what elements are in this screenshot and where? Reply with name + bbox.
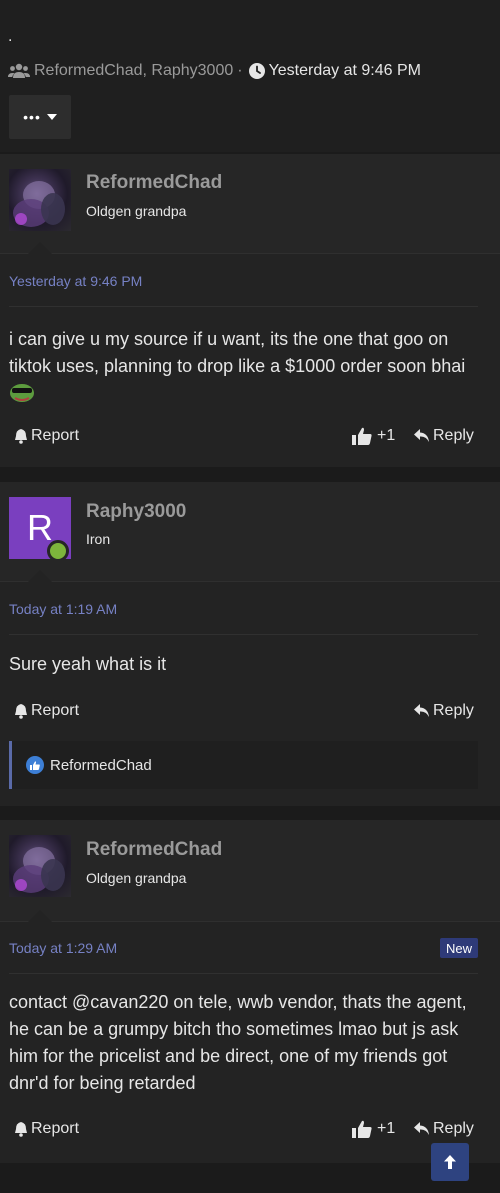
thread-header: . ReformedChad , Raphy3000 · Yesterday a… [0,0,500,152]
divider [9,306,478,307]
user-title: Oldgen grandpa [86,203,187,219]
reply-arrow-icon [414,429,429,442]
avatar[interactable] [9,169,71,231]
reply-arrow-icon [414,704,429,717]
liked-by-link[interactable]: ReformedChad [50,757,152,774]
post-date-link[interactable]: Yesterday at 9:46 PM [9,273,142,289]
reply-button[interactable]: Reply [414,427,474,445]
post: ReformedChad Oldgen grandpa Yesterday at… [0,154,500,467]
meta-separator: · [237,62,243,79]
report-button[interactable]: Report [14,427,79,445]
online-status-indicator [47,540,69,562]
user-title: Iron [86,531,111,547]
post-body: Sure yeah what is it [9,651,479,678]
bell-icon [15,429,27,444]
post-text: contact @cavan220 on tele, wwb vendor, t… [9,992,467,1093]
reactions-bar[interactable]: ReformedChad [9,741,478,789]
like-reaction-icon [26,756,44,774]
bell-icon [15,704,27,719]
post-pointer [28,910,52,922]
like-count: +1 [377,1120,396,1137]
clock-icon [248,63,265,79]
report-button[interactable]: Report [14,1120,79,1138]
post-user-header: ReformedChad Oldgen grandpa [0,820,500,922]
post: ReformedChad Oldgen grandpa Today at 1:2… [0,820,500,1163]
post-text: Sure yeah what is it [9,654,167,674]
reply-label: Reply [433,1120,474,1137]
pepe-emoji-icon [10,384,34,402]
post-pointer [28,570,52,582]
user-title: Oldgen grandpa [86,870,187,886]
divider [9,634,478,635]
divider [9,973,478,974]
ellipsis-icon: ••• [23,109,41,125]
reply-label: Reply [433,427,474,444]
avatar-image [13,847,65,893]
reply-button[interactable]: Reply [414,1120,474,1138]
more-options-button[interactable]: ••• [9,95,71,139]
reply-button[interactable]: Reply [414,702,474,720]
thumbs-up-icon [352,1120,372,1138]
thread-title: . [8,28,13,45]
report-label: Report [31,702,80,719]
scroll-to-top-button[interactable] [431,1143,469,1181]
bell-icon [15,1122,27,1137]
like-button[interactable]: +1 [352,1120,395,1138]
post-text: i can give u my source if u want, its th… [9,329,466,376]
post-user-header: ReformedChad Oldgen grandpa [0,154,500,254]
username-link[interactable]: ReformedChad [86,839,222,861]
post-pointer [28,242,52,254]
participant-link[interactable]: ReformedChad [34,62,143,80]
participant-link[interactable]: Raphy3000 [151,62,233,80]
participant-comma: , [142,62,152,79]
post-body: i can give u my source if u want, its th… [9,326,479,407]
arrow-up-icon [444,1155,456,1169]
users-icon [8,63,30,78]
post-user-header: R Raphy3000 Iron [0,482,500,582]
thread-meta: ReformedChad , Raphy3000 · Yesterday at … [8,62,421,80]
report-label: Report [31,427,80,444]
username-link[interactable]: Raphy3000 [86,501,186,523]
thumbs-up-icon [352,427,372,445]
like-button[interactable]: +1 [352,427,395,445]
username-link[interactable]: ReformedChad [86,172,222,194]
reply-label: Reply [433,702,474,719]
new-badge: New [440,938,478,958]
reply-arrow-icon [414,1122,429,1135]
report-button[interactable]: Report [14,702,79,720]
post-date-link[interactable]: Today at 1:19 AM [9,601,117,617]
caret-down-icon [46,114,57,120]
post: R Raphy3000 Iron Today at 1:19 AM Sure y… [0,482,500,806]
post-body: contact @cavan220 on tele, wwb vendor, t… [9,989,479,1097]
like-count: +1 [377,427,396,444]
avatar-image [13,181,65,227]
avatar[interactable] [9,835,71,897]
report-label: Report [31,1120,80,1137]
post-date-link[interactable]: Today at 1:29 AM [9,940,117,956]
thread-time[interactable]: Yesterday at 9:46 PM [269,62,421,80]
